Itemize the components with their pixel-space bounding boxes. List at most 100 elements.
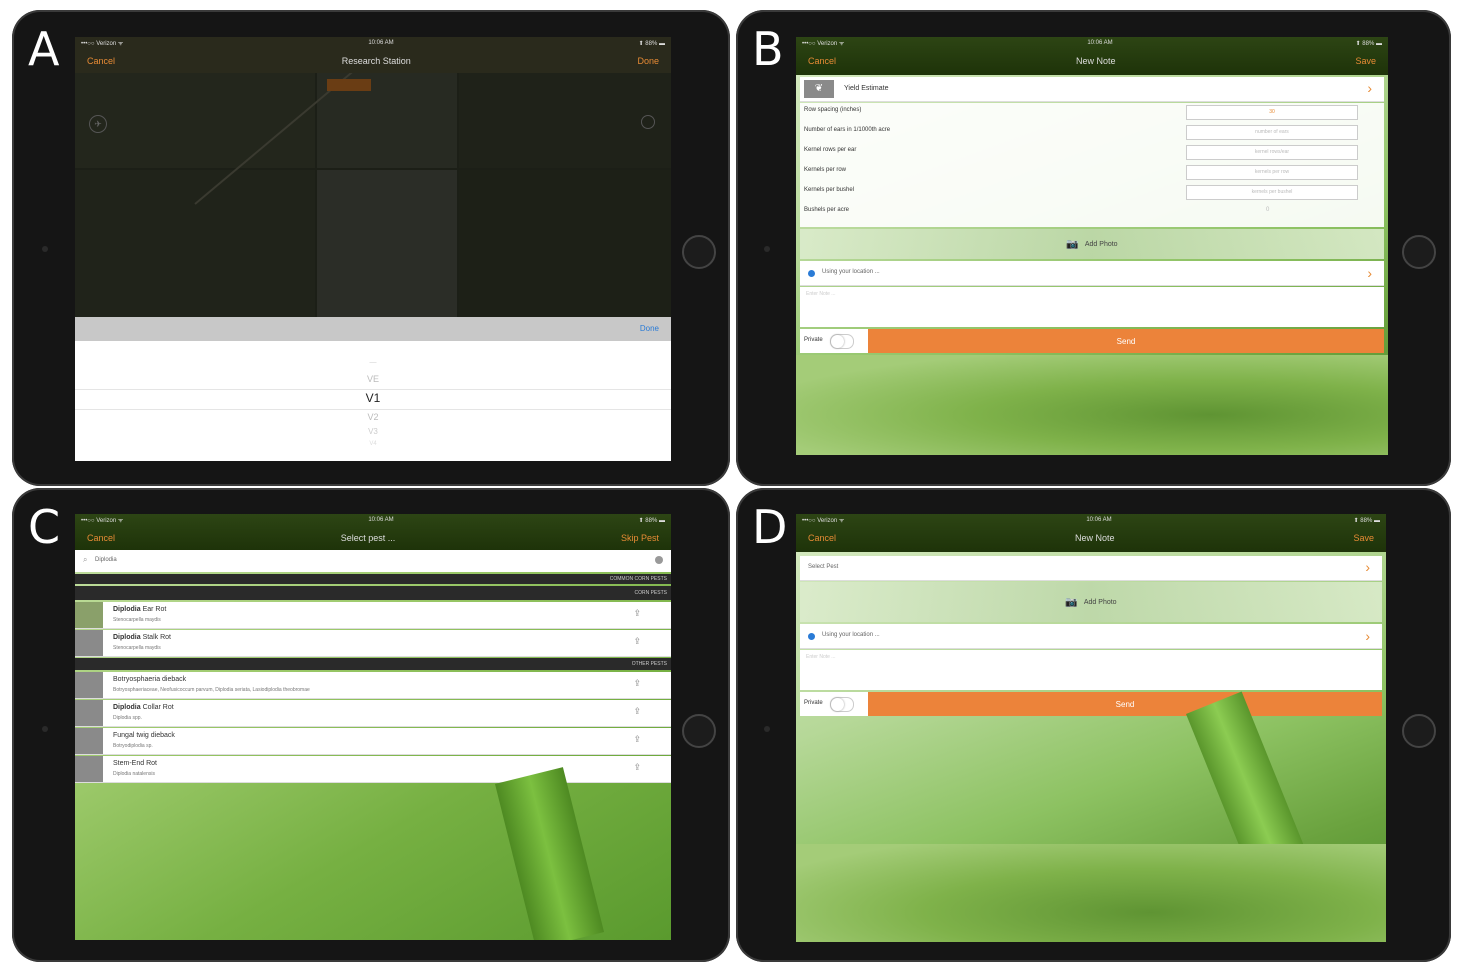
pest-scientific-name: Stenocarpella maydis — [113, 645, 161, 651]
clock-text: 10:06 AM — [368, 40, 394, 46]
battery-text: ⬆ 88% ▬ — [1355, 40, 1382, 47]
share-icon[interactable]: ⇪ — [633, 762, 641, 773]
search-input[interactable]: Diplodia — [95, 557, 117, 563]
screen-a: •••○○ Verizon ᯤ 10:06 AM ⬆ 88% ▬ Cancel … — [75, 37, 671, 461]
home-button[interactable] — [682, 235, 716, 269]
pest-list-item[interactable]: Diplodia Collar Rot Diplodia spp. ⇪ — [75, 700, 671, 727]
add-photo-button[interactable]: 📷 Add Photo — [800, 582, 1382, 622]
cancel-button[interactable]: Cancel — [87, 533, 115, 543]
private-toggle[interactable] — [830, 334, 854, 349]
ears-input[interactable]: number of ears — [1186, 125, 1358, 140]
save-button[interactable]: Save — [1353, 533, 1374, 543]
share-icon[interactable]: ⇪ — [633, 636, 641, 647]
location-row[interactable]: Using your location ... › — [800, 261, 1384, 286]
carrier-text: •••○○ Verizon ᯤ — [802, 518, 845, 524]
picker-selected-item[interactable]: V1 — [75, 391, 671, 405]
yield-estimate-label: Yield Estimate — [844, 85, 889, 92]
picker-item[interactable]: — — [75, 359, 671, 366]
pest-list-item[interactable]: Stem-End Rot Diplodia natalensis ⇪ — [75, 756, 671, 783]
status-bar: •••○○ Verizon ᯤ 10:06 AM ⬆ 88% ▬ — [75, 514, 671, 526]
note-placeholder: Enter Note ... — [806, 291, 836, 297]
front-camera — [764, 726, 770, 732]
send-button[interactable]: Send — [868, 329, 1384, 353]
add-photo-button[interactable]: 📷 Add Photo — [800, 229, 1384, 259]
chevron-right-icon: › — [1365, 628, 1370, 644]
form-row: Row spacing (inches) — [804, 107, 862, 113]
kernels-per-row-input[interactable]: kernels per row — [1186, 165, 1358, 180]
battery-text: ⬆ 88% ▬ — [638, 517, 665, 524]
location-row[interactable]: Using your location ... › — [800, 624, 1382, 649]
pest-name: Diplodia Stalk Rot — [113, 634, 171, 641]
select-pest-row[interactable]: Select Pest › — [800, 556, 1382, 581]
pest-thumbnail-icon — [75, 630, 103, 656]
kernel-rows-input[interactable]: kernel rows/ear — [1186, 145, 1358, 160]
camera-icon: 📷 — [1065, 596, 1078, 608]
picker-done-button[interactable]: Done — [640, 324, 659, 333]
status-bar: •••○○ Verizon ᯤ 10:06 AM ⬆ 88% ▬ — [75, 37, 671, 49]
picker-item[interactable]: V4 — [75, 441, 671, 447]
location-dot-icon — [808, 270, 815, 277]
save-button[interactable]: Save — [1355, 56, 1376, 66]
picker-item[interactable]: V3 — [75, 427, 671, 436]
screen-b: •••○○ Verizon ᯤ 10:06 AM ⬆ 88% ▬ Cancel … — [796, 37, 1388, 455]
cancel-button[interactable]: Cancel — [808, 533, 836, 543]
picker-item[interactable]: VE — [75, 374, 671, 384]
picker-wheel[interactable]: — VE V1 V2 V3 V4 — [75, 341, 671, 461]
note-placeholder: Enter Note ... — [806, 654, 836, 660]
select-pest-label: Select Pest — [808, 564, 839, 570]
yield-estimate-row[interactable]: ❦ Yield Estimate › — [800, 77, 1384, 102]
yield-icon: ❦ — [804, 80, 834, 98]
picker-selection-line — [75, 409, 671, 410]
map-field — [459, 170, 671, 317]
share-icon[interactable]: ⇪ — [633, 734, 641, 745]
pest-thumbnail-icon — [75, 602, 103, 628]
home-button[interactable] — [1402, 235, 1436, 269]
share-icon[interactable]: ⇪ — [633, 608, 641, 619]
pest-list-item[interactable]: Botryosphaeria dieback Botryosphaeriacea… — [75, 672, 671, 699]
location-dot-icon — [808, 633, 815, 640]
pest-name: Fungal twig dieback — [113, 732, 175, 739]
home-button[interactable] — [1402, 714, 1436, 748]
map-tag — [327, 79, 371, 91]
kernels-per-bushel-input[interactable]: kernels per bushel — [1186, 185, 1358, 200]
pest-list-item[interactable]: Diplodia Stalk Rot Stenocarpella maydis … — [75, 630, 671, 657]
satellite-map[interactable]: ✈ — [75, 73, 671, 317]
battery-text: ⬆ 88% ▬ — [1353, 517, 1380, 524]
pest-name: Stem-End Rot — [113, 760, 157, 767]
cancel-button[interactable]: Cancel — [808, 56, 836, 66]
clear-search-icon[interactable] — [655, 556, 663, 564]
status-bar: •••○○ Verizon ᯤ 10:06 AM ⬆ 88% ▬ — [796, 37, 1388, 49]
row-spacing-input[interactable]: 30 — [1186, 105, 1358, 120]
add-photo-label: Add Photo — [1083, 598, 1117, 606]
picker-item[interactable]: V2 — [75, 412, 671, 422]
share-icon[interactable]: ⇪ — [633, 706, 641, 717]
pest-list-item[interactable]: Fungal twig dieback Botryodiplodia sp. ⇪ — [75, 728, 671, 755]
pest-list-item[interactable]: Diplodia Ear Rot Stenocarpella maydis ⇪ — [75, 602, 671, 629]
send-button[interactable]: Send — [868, 692, 1382, 716]
skip-pest-button[interactable]: Skip Pest — [621, 533, 659, 543]
chevron-right-icon: › — [1365, 559, 1370, 575]
done-button[interactable]: Done — [637, 56, 659, 66]
search-bar[interactable]: ⌕ Diplodia — [75, 550, 671, 572]
cancel-button[interactable]: Cancel — [87, 56, 115, 66]
map-field — [75, 170, 315, 317]
header-bar: •••○○ Verizon ᯤ 10:06 AM ⬆ 88% ▬ Cancel … — [796, 514, 1386, 552]
compass-icon[interactable]: ✈ — [89, 115, 107, 133]
private-toggle[interactable] — [830, 697, 854, 712]
yield-form: Row spacing (inches) 30 Number of ears i… — [800, 103, 1384, 227]
private-label: Private — [804, 700, 823, 706]
nav-bar: Cancel Research Station Done — [75, 49, 671, 73]
footer-row: Private Send — [800, 329, 1384, 353]
note-textarea[interactable]: Enter Note ... — [800, 287, 1384, 327]
note-textarea[interactable]: Enter Note ... — [800, 650, 1382, 690]
location-label: Using your location ... — [822, 632, 880, 638]
pest-name: Botryosphaeria dieback — [113, 676, 187, 683]
ipad-panel-b: B •••○○ Verizon ᯤ 10:06 AM ⬆ 88% ▬ Cance… — [736, 10, 1451, 486]
pest-scientific-name: Stenocarpella maydis — [113, 617, 161, 623]
nav-bar: Cancel New Note Save — [796, 49, 1388, 73]
location-marker-icon[interactable] — [641, 115, 655, 129]
chevron-right-icon: › — [1367, 80, 1372, 96]
share-icon[interactable]: ⇪ — [633, 678, 641, 689]
status-bar: •••○○ Verizon ᯤ 10:06 AM ⬆ 88% ▬ — [796, 514, 1386, 526]
home-button[interactable] — [682, 714, 716, 748]
